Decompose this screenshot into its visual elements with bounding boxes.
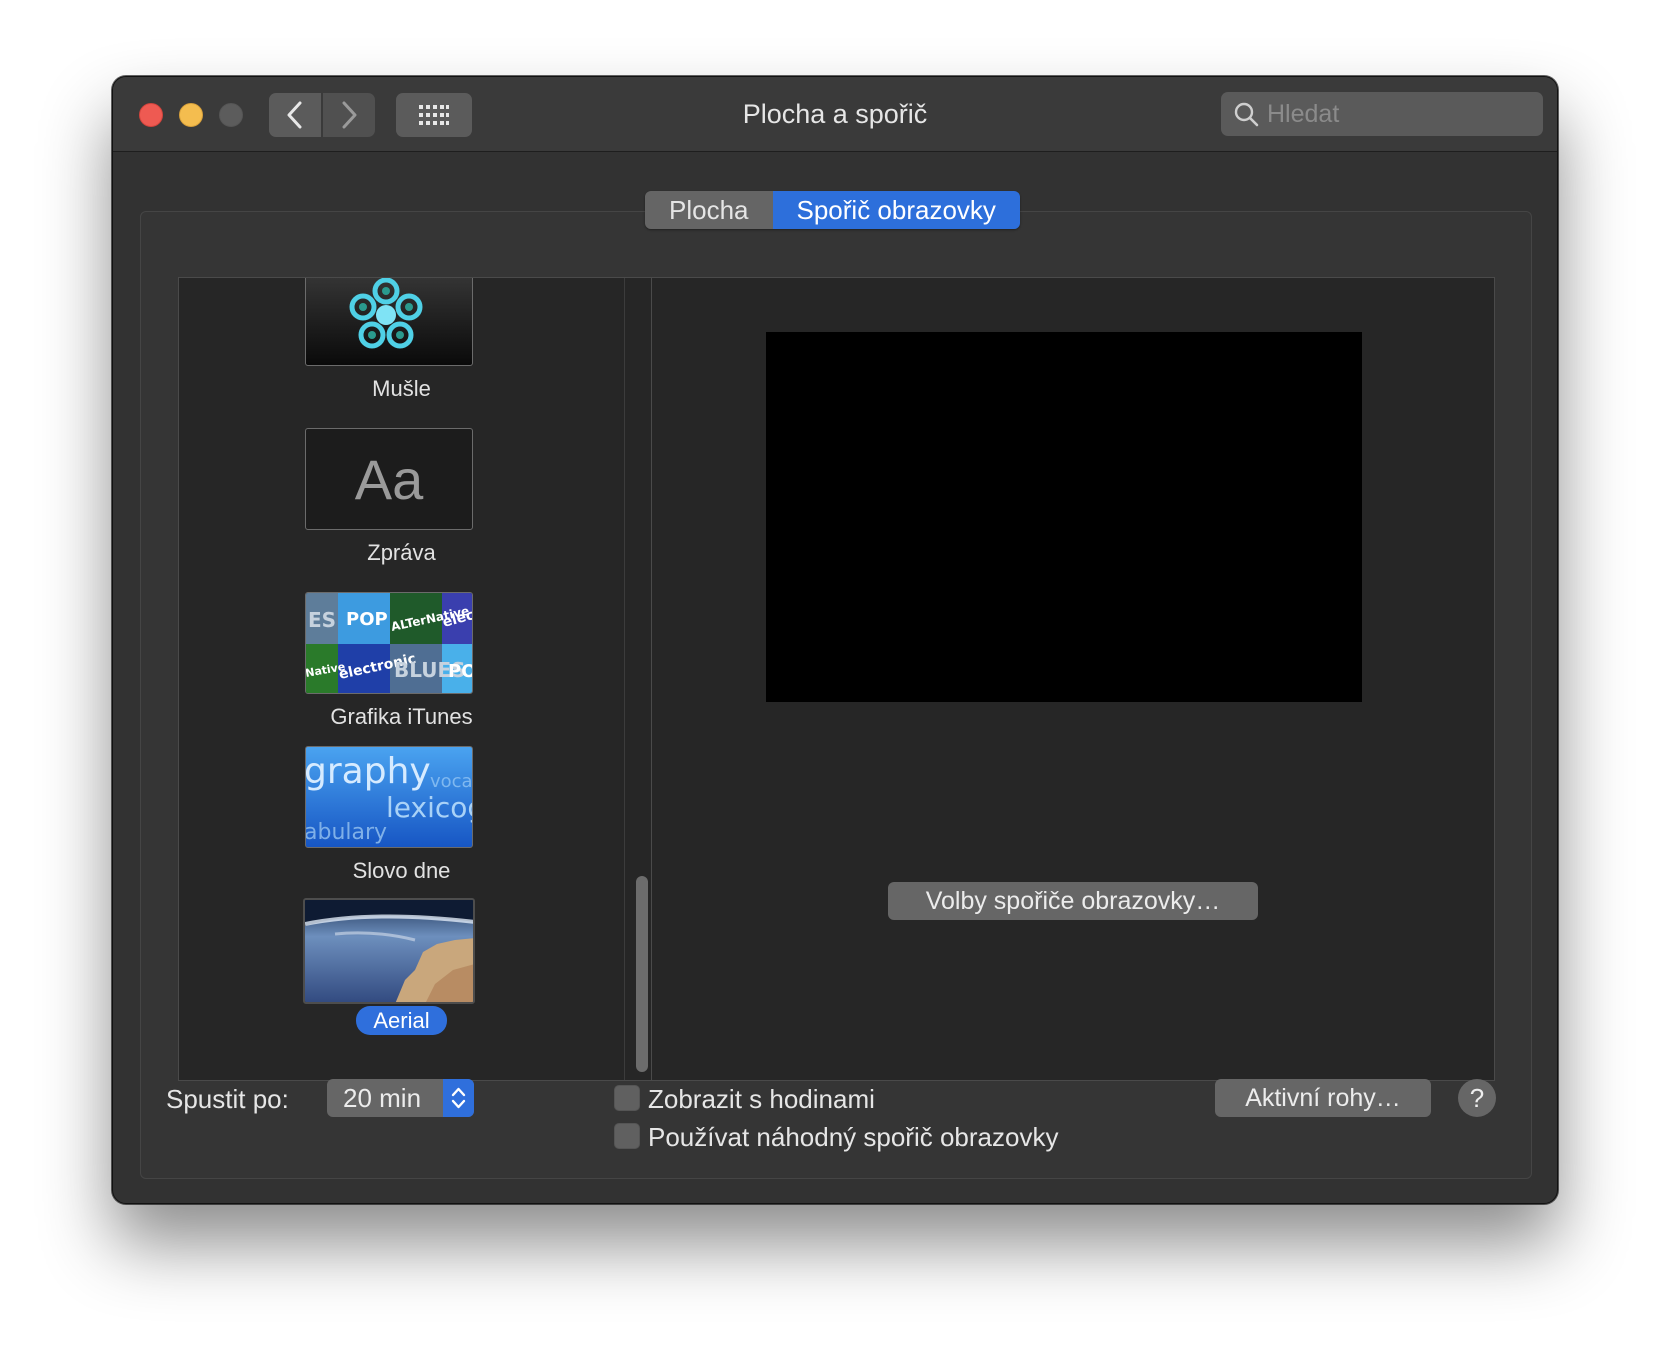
- hot-corners-button[interactable]: Aktivní rohy…: [1215, 1079, 1431, 1117]
- random-screensaver-label: Používat náhodný spořič obrazovky: [648, 1122, 1059, 1152]
- list-item-label: Aerial: [179, 1006, 624, 1035]
- shell-thumbnail: [305, 278, 473, 366]
- chevron-up-down-icon: [451, 1087, 466, 1109]
- message-thumbnail: Aa: [305, 428, 473, 530]
- list-item-label: Zpráva: [367, 540, 436, 565]
- word-of-day-thumbnail: graphy voca lexicog abulary: [305, 746, 473, 848]
- svg-text:ES: ES: [308, 608, 336, 632]
- screensaver-preview: [766, 332, 1362, 702]
- title-bar: Plocha a spořič: [113, 77, 1557, 152]
- list-item-label: Grafika iTunes: [330, 704, 473, 729]
- svg-text:voca: voca: [430, 771, 473, 792]
- tab-screen-saver[interactable]: Spořič obrazovky: [772, 191, 1020, 229]
- list-item-label: Mušle: [372, 376, 431, 401]
- screensaver-list[interactable]: Mušle Aa Zpráva ES POP ALTerNative elect…: [178, 277, 657, 1081]
- search-input[interactable]: [1265, 98, 1519, 130]
- random-screensaver-checkbox[interactable]: [614, 1123, 640, 1149]
- popup-arrows[interactable]: [443, 1079, 474, 1117]
- svg-text:lexicog: lexicog: [386, 791, 473, 824]
- svg-text:abulary: abulary: [306, 820, 387, 845]
- search-field[interactable]: [1221, 92, 1543, 136]
- show-with-clock-checkbox[interactable]: [614, 1085, 640, 1111]
- show-with-clock-label: Zobrazit s hodinami: [648, 1084, 875, 1114]
- start-after-label: Spustit po:: [166, 1084, 289, 1114]
- svg-text:POP: POP: [346, 609, 388, 630]
- list-divider: [624, 278, 625, 1080]
- list-scrollbar[interactable]: [636, 876, 648, 1072]
- itunes-artwork-thumbnail: ES POP ALTerNative electr Native electro…: [305, 592, 473, 694]
- start-after-value: 20 min: [343, 1083, 422, 1113]
- start-after-popup[interactable]: 20 min: [327, 1079, 474, 1117]
- tab-desktop[interactable]: Plocha: [645, 191, 773, 229]
- search-icon: [1234, 102, 1259, 127]
- preview-area: Volby spořiče obrazovky…: [651, 277, 1495, 1081]
- svg-text:PO: PO: [448, 661, 473, 682]
- system-preferences-window: Plocha a spořič Plocha Spořič obrazovky: [112, 76, 1558, 1204]
- svg-text:graphy: graphy: [306, 751, 431, 792]
- help-button[interactable]: ?: [1458, 1079, 1496, 1117]
- list-item-label: Slovo dne: [352, 858, 451, 883]
- aerial-thumbnail: [303, 898, 475, 1004]
- segmented-tabs: Plocha Spořič obrazovky: [645, 191, 1020, 229]
- screensaver-options-button[interactable]: Volby spořiče obrazovky…: [888, 882, 1258, 920]
